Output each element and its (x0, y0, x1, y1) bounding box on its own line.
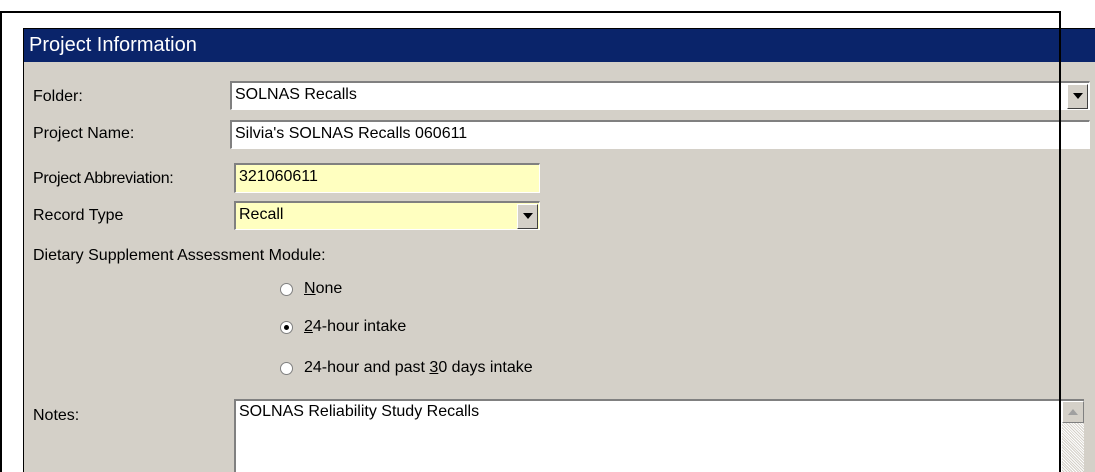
notes-label: Notes: (33, 407, 80, 424)
notes-value: SOLNAS Reliability Study Recalls (239, 403, 480, 420)
panel-title: Project Information (24, 29, 1095, 62)
dietary-module-label: Dietary Supplement Assessment Module: (33, 247, 326, 264)
notes-textarea[interactable]: SOLNAS Reliability Study Recalls (234, 399, 1084, 472)
radio-option-24-hour-intake[interactable]: 24-hour intake (280, 316, 406, 338)
project-abbreviation-input[interactable]: 321060611 (234, 163, 540, 193)
frame-line-left (0, 11, 2, 472)
record-type-dropdown[interactable]: Recall (234, 201, 540, 230)
frame-line-top (0, 11, 1060, 13)
folder-value: SOLNAS Recalls (235, 86, 357, 103)
folder-label: Folder: (33, 88, 83, 105)
folder-dropdown-arrow-icon[interactable] (1067, 84, 1088, 109)
radio-24-hour-and-past-30-days-icon[interactable] (280, 361, 293, 375)
record-type-value: Recall (239, 206, 284, 223)
project-name-label: Project Name: (33, 125, 135, 142)
record-type-label: Record Type (33, 207, 124, 224)
project-name-value: Silvia's SOLNAS Recalls 060611 (235, 125, 468, 142)
radio-option-none[interactable]: None (280, 278, 342, 300)
radio-option-24-hour-and-past-30-days[interactable]: 24-hour and past 30 days intake (280, 357, 533, 379)
frame-line-right (1059, 11, 1061, 472)
project-abbreviation-label: Project Abbreviation: (33, 170, 174, 187)
record-type-dropdown-arrow-icon[interactable] (517, 204, 538, 229)
project-abbreviation-value: 321060611 (239, 168, 318, 185)
notes-scrollbar[interactable] (1062, 401, 1084, 472)
scroll-up-arrow-icon[interactable] (1062, 401, 1084, 423)
folder-dropdown[interactable]: SOLNAS Recalls (230, 81, 1090, 110)
radio-24-hour-intake-icon[interactable] (280, 320, 293, 334)
radio-none-icon[interactable] (280, 282, 293, 296)
project-information-panel: Project Information Folder: SOLNAS Recal… (23, 28, 1095, 472)
project-name-input[interactable]: Silvia's SOLNAS Recalls 060611 (230, 120, 1090, 149)
